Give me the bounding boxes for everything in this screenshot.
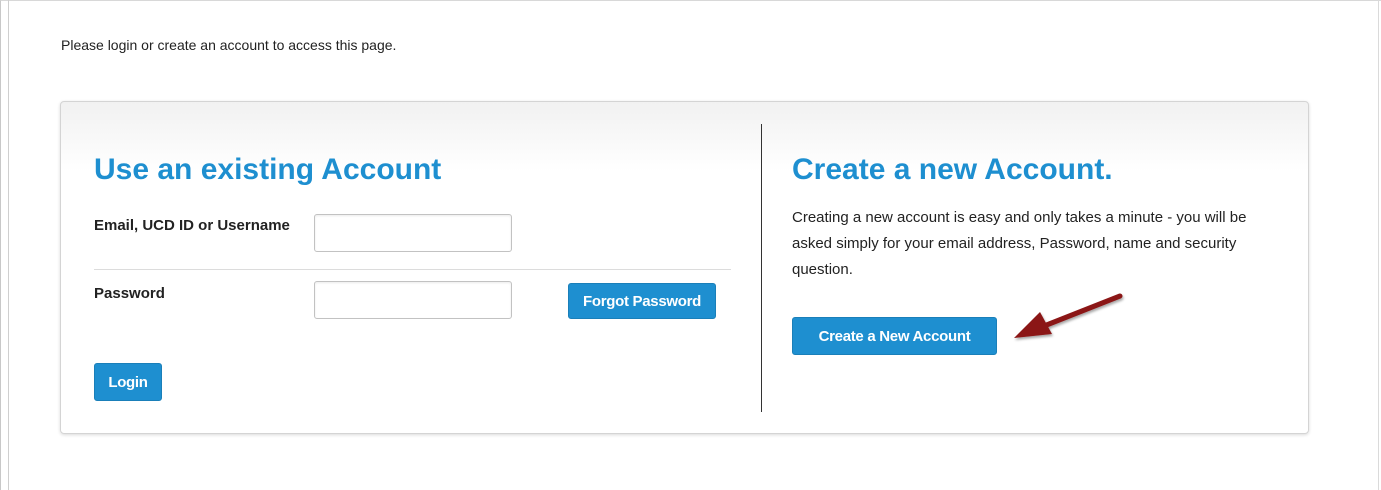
email-field[interactable] [314,214,512,252]
create-account-button[interactable]: Create a New Account [792,317,997,355]
form-row-divider [94,269,731,270]
forgot-password-button[interactable]: Forgot Password [568,283,716,319]
frame-line-left [8,0,9,490]
existing-account-heading: Use an existing Account [94,153,442,186]
email-label: Email, UCD ID or Username [94,217,290,234]
intro-message: Please login or create an account to acc… [61,37,397,53]
login-button[interactable]: Login [94,363,162,401]
arrow-annotation-icon [1014,293,1123,338]
panel-divider [761,124,762,412]
create-account-heading: Create a new Account. [792,153,1113,186]
password-field[interactable] [314,281,512,319]
create-account-description: Creating a new account is easy and only … [792,209,1247,278]
password-label: Password [94,285,165,302]
frame-line-right [1378,0,1379,490]
